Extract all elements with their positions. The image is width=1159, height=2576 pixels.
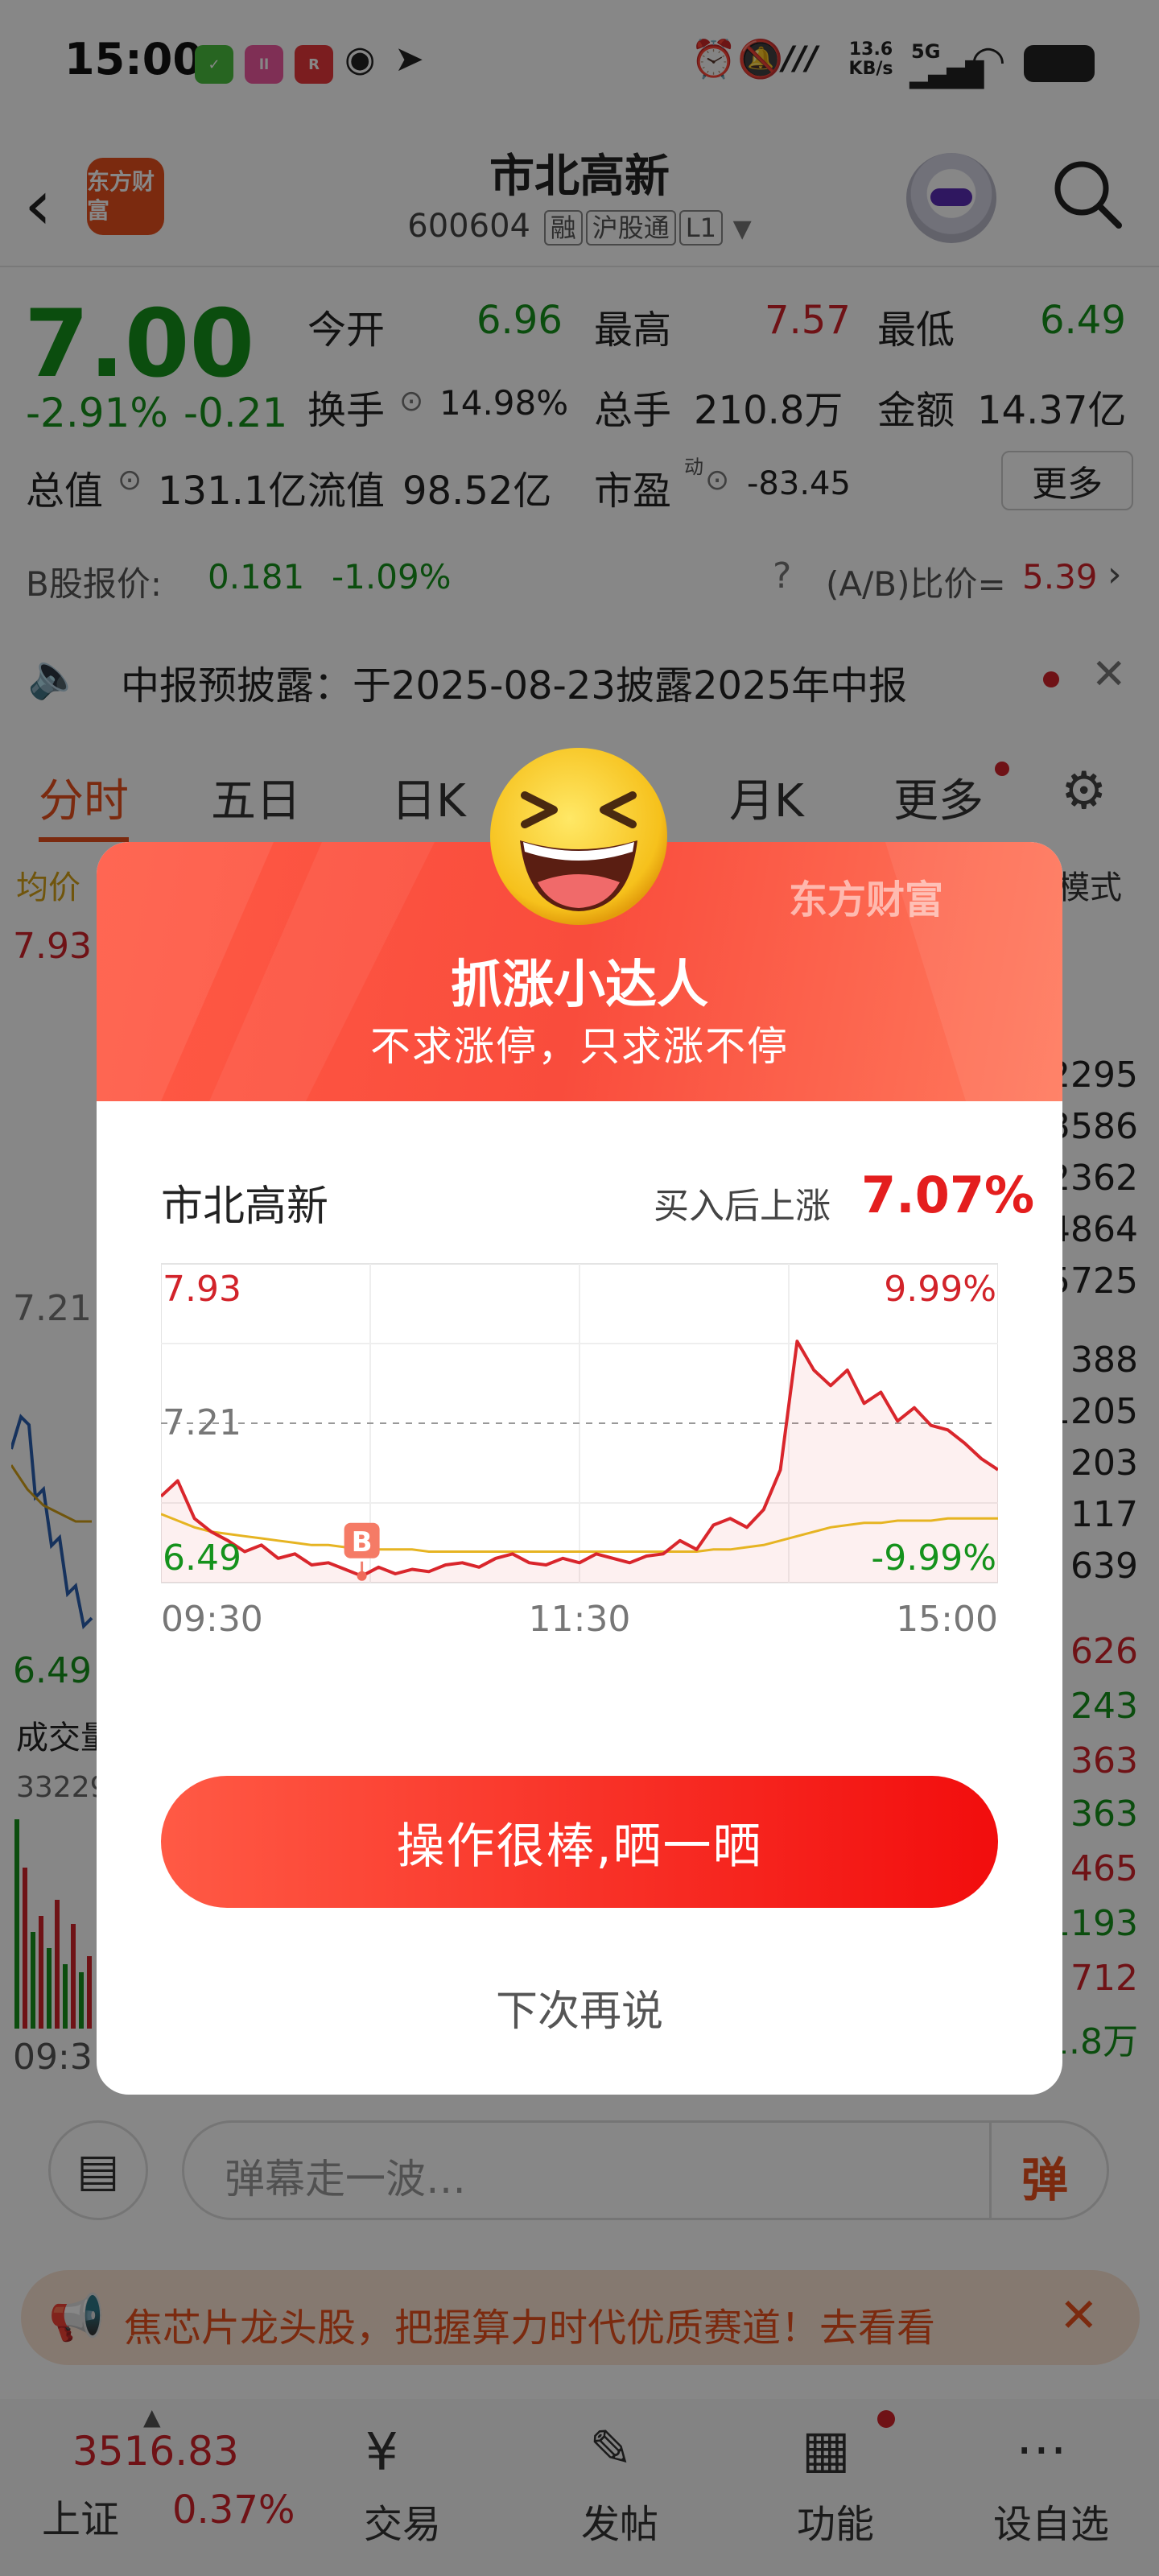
later-button[interactable]: 下次再说 <box>97 1977 1062 2037</box>
y-tick-bottom: 6.49 <box>163 1538 241 1579</box>
dialog-brand: 东方财富 <box>789 877 944 923</box>
buy-marker-label: B <box>352 1526 373 1558</box>
x-tick: 11:30 <box>529 1599 631 1640</box>
y-tick-mid: 7.21 <box>163 1402 241 1443</box>
share-button[interactable]: 操作很棒,晒一晒 <box>161 1776 998 1908</box>
intraday-chart: B 7.93 7.21 6.49 9.99% -9.99% 09:30 11:30 15:00 <box>161 1263 998 1640</box>
gain-label: 买入后上涨 <box>654 1186 831 1227</box>
x-tick: 15:00 <box>896 1599 998 1640</box>
dialog-stock-name: 市北高新 <box>161 1183 329 1231</box>
pct-tick-bottom: -9.99% <box>871 1538 996 1579</box>
y-tick-top: 7.93 <box>163 1269 241 1310</box>
dialog-title: 抓涨小达人 <box>451 956 708 1015</box>
achievement-dialog: 东方财富 抓涨小达人 不求涨停，只求涨不停 市北高新 买入后上涨 7.07% B… <box>97 842 1062 2095</box>
x-tick: 09:30 <box>161 1599 263 1640</box>
buy-marker-dot <box>357 1571 367 1581</box>
laughing-emoji-icon <box>490 748 667 925</box>
gain-value: 7.07% <box>861 1166 1035 1224</box>
dialog-subtitle: 不求涨停，只求涨不停 <box>370 1023 789 1070</box>
pct-tick-top: 9.99% <box>884 1269 996 1310</box>
